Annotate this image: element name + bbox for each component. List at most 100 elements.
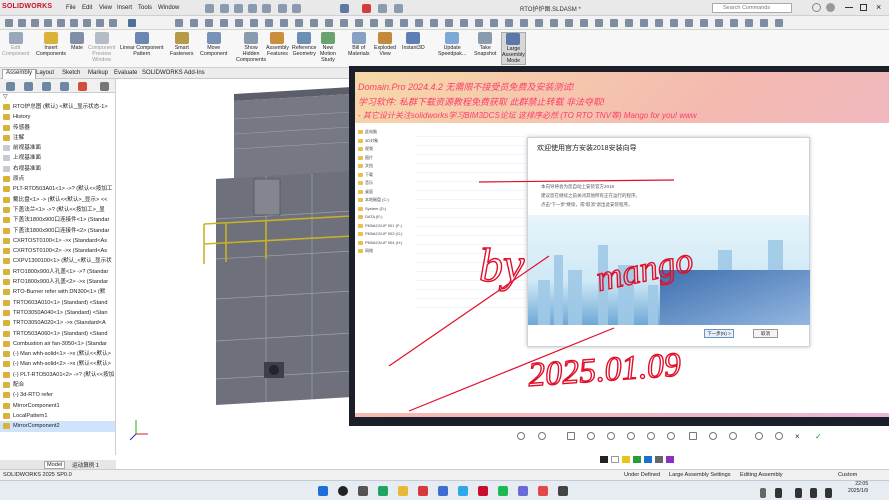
markup-icon[interactable] [655, 19, 663, 27]
menu-edit[interactable]: Edit [82, 5, 92, 11]
app-icon-12[interactable] [558, 486, 568, 496]
help-icon[interactable] [812, 3, 821, 12]
undo-annot-icon[interactable] [729, 432, 737, 440]
hide-show-icon[interactable] [250, 19, 258, 27]
menu-window[interactable]: Window [158, 5, 179, 11]
feature-manager-tab-icon[interactable] [6, 82, 15, 91]
taskbar-clock[interactable]: 22:05 2025/1/9 [848, 481, 868, 495]
ribbon-button-5[interactable]: Smart Fasteners [170, 32, 194, 57]
app-icon-10[interactable] [518, 486, 528, 496]
search-commands-input[interactable]: Search Commands [712, 3, 792, 13]
tool-icon-5[interactable] [57, 19, 65, 27]
highlighter-icon[interactable] [700, 19, 708, 27]
filter-icon[interactable]: ▽ [0, 93, 115, 102]
tool-icon-1[interactable] [5, 19, 13, 27]
rectangle-icon[interactable] [567, 432, 575, 440]
camera-icon[interactable] [385, 19, 393, 27]
tree-node[interactable]: CXRTOST0100<1> ->x (Standard<As [0, 236, 115, 246]
file-explorer-icon-taskbar[interactable] [398, 486, 408, 496]
color-purple-swatch[interactable] [666, 456, 674, 463]
color-black-swatch[interactable] [600, 456, 608, 463]
color-blue-swatch[interactable] [644, 456, 652, 463]
options-gear-icon[interactable] [394, 4, 403, 13]
tool-icon-9[interactable] [109, 19, 117, 27]
perspective-icon[interactable] [355, 19, 363, 27]
tree-node[interactable]: 原点 [0, 174, 115, 184]
tree-node[interactable]: 传感器 [0, 123, 115, 133]
appearance-icon[interactable] [265, 19, 273, 27]
ribbon-button-6[interactable]: Move Component [200, 32, 227, 57]
status-large-assembly[interactable]: Large Assembly Settings [669, 472, 731, 478]
realview-icon[interactable] [310, 19, 318, 27]
ribbon-button-14[interactable]: Update Speedpak... [438, 32, 466, 57]
zoom-area-icon[interactable] [190, 19, 198, 27]
command-tab-5[interactable]: SOLIDWORKS Add-Ins [139, 70, 208, 76]
tree-node[interactable]: LocalPattern1 [0, 411, 115, 421]
zoom-out-icon[interactable] [538, 432, 546, 440]
custom-props-icon[interactable] [595, 19, 603, 27]
pack-go-icon[interactable] [520, 19, 528, 27]
render-icon[interactable] [400, 19, 408, 27]
tree-node[interactable]: (-) PLT-RTO503A01<2> ->? (默认<<按加 [0, 370, 115, 380]
ambient-icon[interactable] [340, 19, 348, 27]
ime-icon[interactable] [775, 488, 782, 498]
ribbon-button-10[interactable]: New Motion Study [320, 32, 336, 63]
arrow-icon[interactable] [775, 19, 783, 27]
circle-icon[interactable] [760, 19, 768, 27]
network-icon[interactable] [795, 488, 802, 498]
solidworks-taskbar-icon[interactable] [478, 486, 488, 496]
property-manager-tab-icon[interactable] [24, 82, 33, 91]
search-icon[interactable] [338, 486, 348, 496]
command-tab-4[interactable]: Evaluate [111, 70, 140, 76]
ribbon-button-2[interactable]: Mate [70, 32, 84, 51]
line-tool-icon[interactable] [607, 432, 615, 440]
ribbon-button-16[interactable]: Large Assembly Mode [501, 32, 526, 65]
tree-node[interactable]: RTO炉总图 (默认) <默认_显示状态-1> [0, 102, 115, 112]
color-green-swatch[interactable] [633, 456, 641, 463]
tree-node[interactable]: TRTO3050A040<1> (Standard) <Stan [0, 308, 115, 318]
tree-node[interactable]: 戴比盘<1> -> (默认<<默认>_显示> << [0, 195, 115, 205]
undo-icon[interactable] [278, 4, 287, 13]
circle-tool-icon[interactable] [587, 432, 595, 440]
share-icon[interactable] [755, 432, 763, 440]
volume-icon[interactable] [810, 488, 817, 498]
tool-icon-8[interactable] [96, 19, 104, 27]
redo-icon[interactable] [292, 4, 301, 13]
color-yellow-swatch[interactable] [622, 456, 630, 463]
save-icon[interactable] [248, 4, 257, 13]
tree-node[interactable]: RTO1800x900人孔盖<2> ->x (Standar [0, 277, 115, 287]
ribbon-button-8[interactable]: Assembly Features [266, 32, 289, 57]
cartoon-icon[interactable] [370, 19, 378, 27]
task-view-icon[interactable] [358, 486, 368, 496]
select-arrow-icon[interactable] [340, 4, 349, 13]
text-tool-icon[interactable] [689, 432, 697, 440]
pen-icon[interactable] [670, 19, 678, 27]
eraser-icon[interactable] [685, 19, 693, 27]
confirm-icon[interactable]: ✓ [815, 432, 823, 441]
assembly-viz-icon[interactable] [505, 19, 513, 27]
display-style-icon[interactable] [235, 19, 243, 27]
wechat-icon[interactable] [498, 486, 508, 496]
wps-icon[interactable] [418, 486, 428, 496]
open-icon[interactable] [234, 4, 243, 13]
tree-node[interactable]: MirrorComponent1 [0, 401, 115, 411]
ribbon-button-15[interactable]: Take Snapshot [474, 32, 496, 57]
tray-chevron-icon[interactable] [760, 488, 766, 498]
rebuild-icon[interactable] [362, 4, 371, 13]
tree-node[interactable]: (-) Man whh-solid<2> ->x (默认<<默认> [0, 359, 115, 369]
section-view-icon[interactable] [205, 19, 213, 27]
menu-file[interactable]: File [66, 5, 76, 11]
ribbon-button-7[interactable]: Show Hidden Components [236, 32, 266, 63]
tree-node[interactable]: RTO-Burner refer with DN300<1> (默 [0, 287, 115, 297]
file-properties-icon[interactable] [378, 4, 387, 13]
menu-tools[interactable]: Tools [138, 5, 152, 11]
color-gray-swatch[interactable] [655, 456, 663, 463]
tab-model[interactable]: Model [44, 461, 66, 469]
3dexperience-icon[interactable] [640, 19, 648, 27]
number-icon[interactable] [709, 432, 717, 440]
tree-node[interactable]: CXRTOST0100<2> ->x (Standard<As [0, 246, 115, 256]
status-units[interactable]: Custom [838, 472, 857, 478]
app-icon-11[interactable] [538, 486, 548, 496]
ribbon-button-3[interactable]: Component Preview Window [88, 32, 115, 63]
view-settings-icon[interactable] [295, 19, 303, 27]
